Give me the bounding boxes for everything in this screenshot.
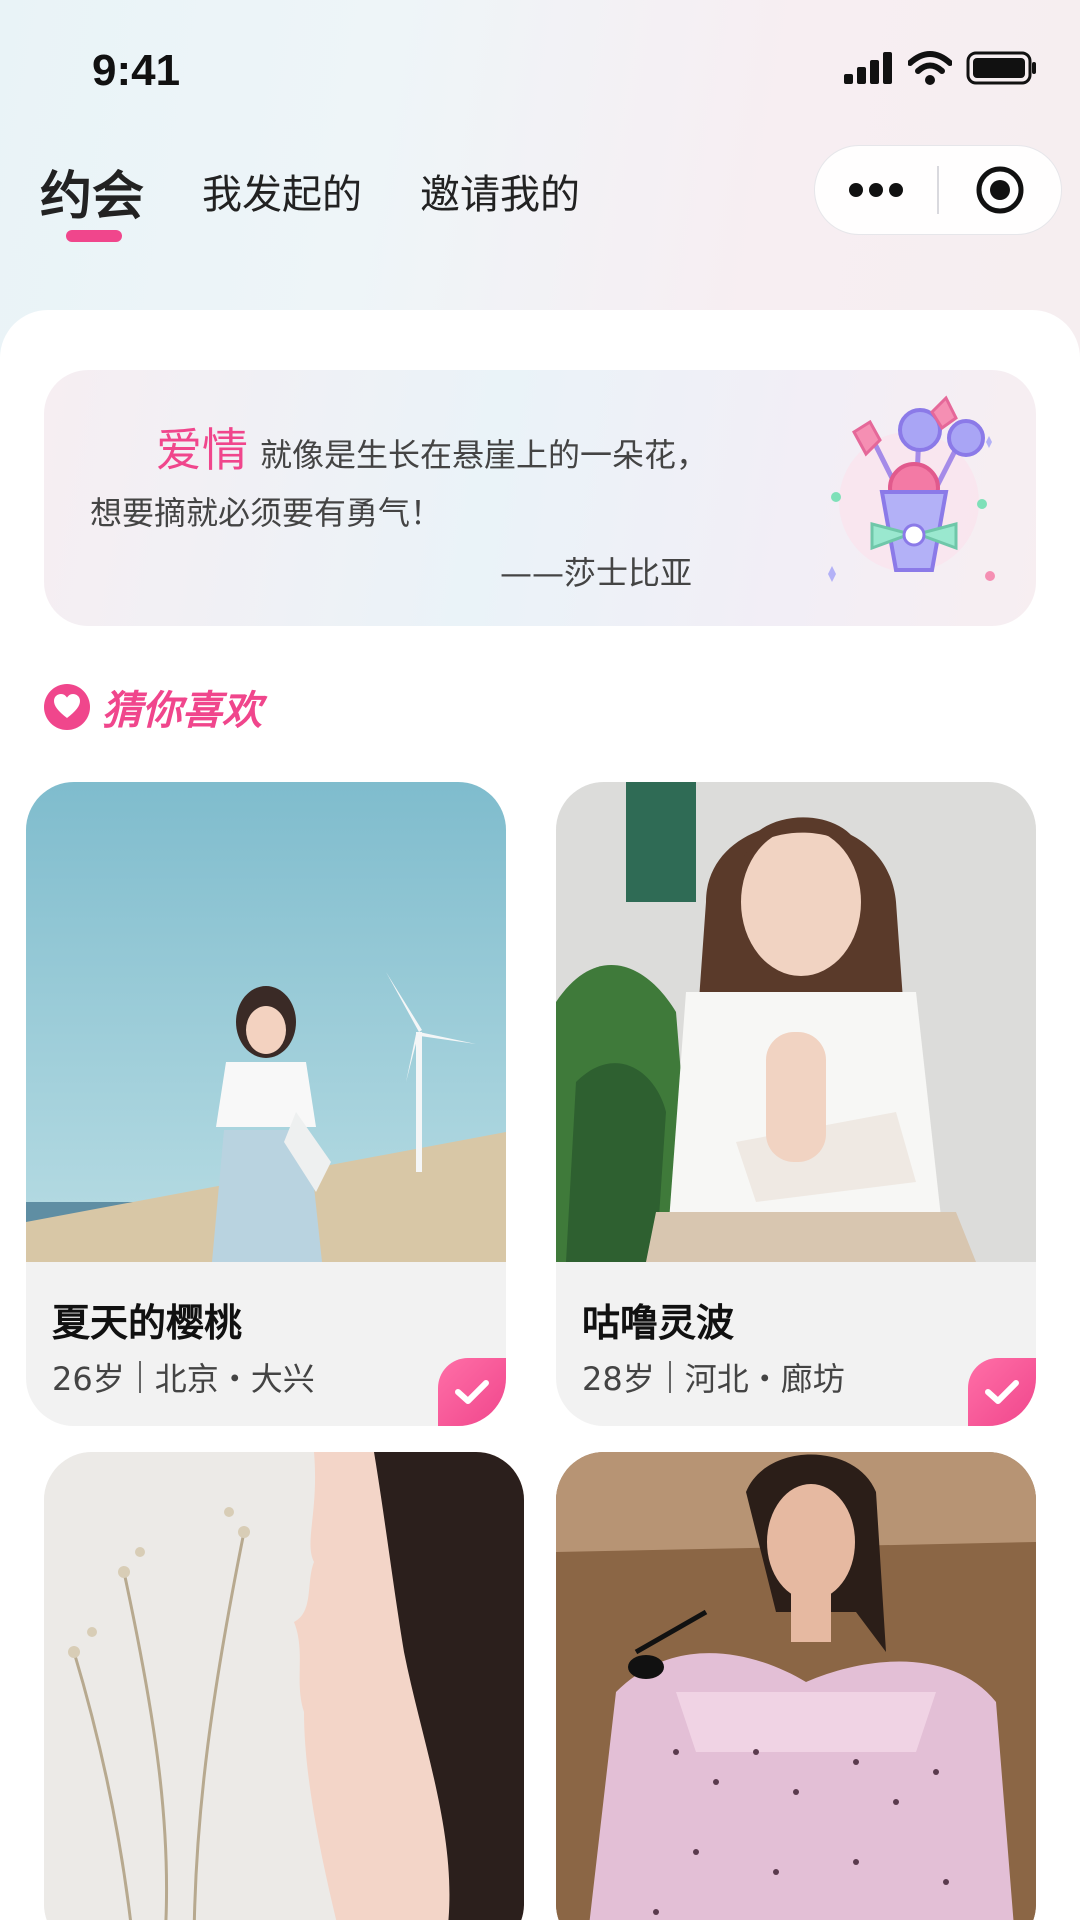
profile-name: 咕噜灵波: [582, 1301, 735, 1345]
status-time: 9:41: [92, 46, 181, 95]
tab-initiated[interactable]: 我发起的: [202, 162, 362, 220]
profile-card[interactable]: 咕噜灵波 28岁 河北・廊坊: [556, 782, 1036, 1426]
more-button[interactable]: [815, 145, 937, 235]
quote-line-2: 想要摘就必须要有勇气！: [90, 494, 443, 532]
profile-age: 26岁: [52, 1360, 125, 1398]
section-title: 猜你喜欢: [102, 688, 262, 734]
status-icons: [844, 48, 1038, 88]
check-icon: [455, 1380, 489, 1404]
more-icon: [849, 183, 903, 197]
profile-photo: [26, 782, 506, 1262]
profile-name: 夏天的樱桃: [52, 1301, 243, 1345]
quote-banner: 爱情 就像是生长在悬崖上的一朵花， 想要摘就必须要有勇气！ ——莎士比亚: [44, 370, 1036, 626]
wifi-icon: [908, 51, 952, 85]
indoor-photo: [556, 782, 1036, 1262]
target-icon: [976, 166, 1024, 214]
select-check-button[interactable]: [968, 1358, 1036, 1426]
screen: 9:41 约会 我发起的 邀请我的 爱情 就像是生长在悬崖上的一朵花， 想要摘就…: [0, 0, 1080, 1920]
quote-line-1-text: 就像是生长在悬崖上的一朵花，: [260, 436, 709, 474]
profile-photo: [44, 1452, 524, 1920]
quote-line-1: 爱情 就像是生长在悬崖上的一朵花，: [156, 414, 708, 480]
profile-photo: [556, 782, 1036, 1262]
active-tab-indicator: [66, 230, 122, 242]
mini-program-capsule: [814, 145, 1062, 235]
top-nav: 约会 我发起的 邀请我的: [0, 140, 1080, 260]
profile-age: 28岁: [582, 1360, 655, 1398]
close-target-button[interactable]: [939, 145, 1061, 235]
profile-card[interactable]: [44, 1452, 524, 1920]
profile-info: 夏天的樱桃 26岁 北京・大兴: [26, 1262, 506, 1426]
profile-info: 咕噜灵波 28岁 河北・廊坊: [556, 1262, 1036, 1426]
meta-divider: [138, 1361, 141, 1393]
field-photo: [556, 1452, 1036, 1920]
beach-photo: [26, 782, 506, 1262]
profile-card[interactable]: 夏天的樱桃 26岁 北京・大兴: [26, 782, 506, 1426]
tab-dating[interactable]: 约会: [40, 154, 144, 229]
flower-bouquet-icon: [828, 395, 995, 582]
status-bar: 9:41: [0, 0, 1080, 140]
profile-location: 河北・廊坊: [684, 1360, 845, 1398]
signal-icon: [844, 52, 892, 84]
recommend-section-header: 猜你喜欢: [44, 678, 262, 736]
portrait-flowers-photo: [44, 1452, 524, 1920]
profile-location: 北京・大兴: [154, 1360, 315, 1398]
select-check-button[interactable]: [438, 1358, 506, 1426]
profile-card[interactable]: [556, 1452, 1036, 1920]
tab-invited[interactable]: 邀请我的: [420, 162, 580, 220]
meta-divider: [668, 1361, 671, 1393]
profile-meta: 28岁 河北・廊坊: [582, 1354, 845, 1400]
quote-author: ——莎士比亚: [500, 554, 693, 592]
content-panel: 爱情 就像是生长在悬崖上的一朵花， 想要摘就必须要有勇气！ ——莎士比亚 猜你喜…: [0, 310, 1080, 1920]
battery-icon: [966, 51, 1036, 85]
check-icon: [985, 1380, 1019, 1404]
profile-photo: [556, 1452, 1036, 1920]
quote-keyword: 爱情: [156, 423, 248, 477]
profile-meta: 26岁 北京・大兴: [52, 1354, 315, 1400]
heart-icon: [44, 684, 90, 730]
